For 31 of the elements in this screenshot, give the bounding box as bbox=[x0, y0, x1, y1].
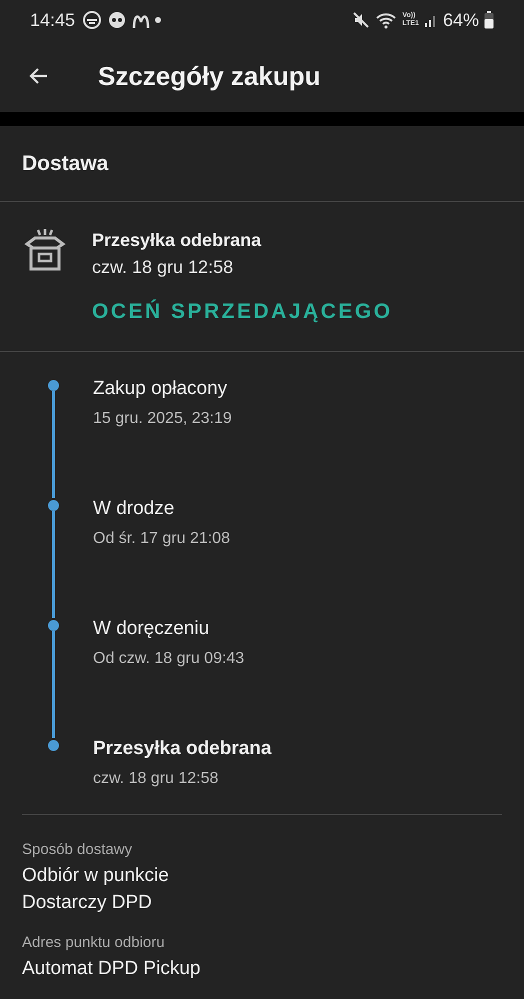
delivery-status: Przesyłka odebrana bbox=[92, 230, 262, 251]
timeline-dot bbox=[48, 740, 58, 751]
open-box-icon bbox=[24, 228, 66, 272]
delivery-date: czw. 18 gru 12:58 bbox=[92, 257, 234, 278]
step-title: W drodze bbox=[93, 498, 176, 520]
timeline-dot bbox=[48, 500, 58, 511]
rate-seller-button[interactable]: OCEŃ SPRZEDAJĄCEGO bbox=[92, 300, 393, 324]
timeline-dot bbox=[48, 620, 58, 631]
status-time: 14:45 bbox=[30, 10, 76, 30]
battery-icon bbox=[484, 11, 494, 29]
mute-icon bbox=[352, 11, 370, 29]
detail-value: Odbiór w punkcie bbox=[22, 864, 170, 888]
step-date: czw. 18 gru 12:58 bbox=[93, 770, 220, 788]
wifi-icon bbox=[375, 11, 398, 29]
step-date: Od śr. 17 gru 21:08 bbox=[93, 530, 230, 548]
app-notification-icon bbox=[107, 10, 128, 30]
step-title: W doręczeniu bbox=[93, 618, 210, 640]
step-date: Od czw. 18 gru 09:43 bbox=[93, 650, 244, 668]
screen-title: Szczegóły zakupu bbox=[98, 60, 320, 92]
detail-value: Dostarczy DPD bbox=[22, 891, 153, 915]
timeline-dot bbox=[48, 380, 58, 391]
dot-icon bbox=[155, 17, 162, 23]
battery-percent: 64% bbox=[442, 10, 479, 30]
app-notification-icon bbox=[82, 10, 102, 30]
step-title: Przesyłka odebrana bbox=[93, 738, 272, 760]
detail-value: Automat DPD Pickup bbox=[22, 957, 202, 981]
detail-label: Adres punktu odbioru bbox=[22, 934, 166, 951]
section-title: Dostawa bbox=[21, 150, 110, 176]
step-date: 15 gru. 2025, 23:19 bbox=[93, 410, 232, 428]
step-title: Zakup opłacony bbox=[93, 378, 228, 400]
detail-label: Sposób dostawy bbox=[22, 841, 134, 858]
